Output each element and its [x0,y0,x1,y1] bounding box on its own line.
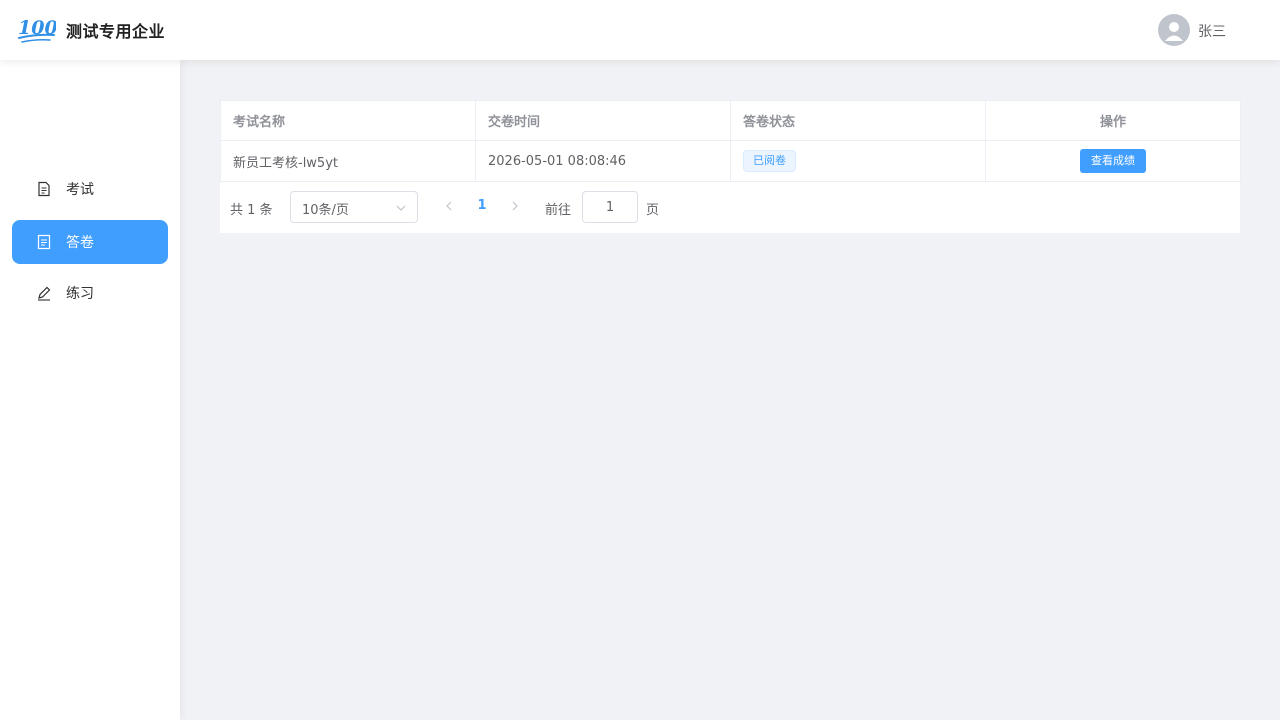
document-icon [38,181,50,197]
sidebar-item-label: 练习 [66,286,94,302]
pencil-icon [38,286,51,301]
column-header-submit-time: 交卷时间 [475,100,731,141]
submit-time-cell: 2026-05-01 08:08:46 [475,140,731,182]
status-badge: 已阅卷 [743,150,796,172]
pagination: 共 1 条 10条/页 1 前往 页 [230,191,1230,223]
goto-page-input[interactable] [582,191,638,223]
main-content: 考试名称 交卷时间 答卷状态 操作 新员工考核-lw5yt 2026-05-01… [180,60,1280,720]
answer-sheet-icon [37,234,51,250]
page-unit-label: 页 [646,203,660,218]
company-name: 测试专用企业 [66,22,166,41]
answers-table: 考试名称 交卷时间 答卷状态 操作 新员工考核-lw5yt 2026-05-01… [220,100,1241,182]
chevron-left-icon[interactable] [442,199,456,213]
table-row: 新员工考核-lw5yt 2026-05-01 08:08:46 已阅卷 查看成绩 [220,140,1241,182]
sidebar-item-practice[interactable]: 练习 [12,271,168,315]
sidebar-item-label: 答卷 [66,235,94,251]
view-score-button[interactable]: 查看成绩 [1080,149,1146,173]
column-header-exam-name: 考试名称 [220,100,476,141]
answers-panel: 考试名称 交卷时间 答卷状态 操作 新员工考核-lw5yt 2026-05-01… [220,100,1241,233]
chevron-down-icon [396,205,406,211]
goto-label: 前往 [545,203,572,218]
user-avatar-icon[interactable] [1158,14,1190,46]
table-header-row: 考试名称 交卷时间 答卷状态 操作 [220,100,1241,141]
action-cell: 查看成绩 [985,140,1241,182]
sidebar-item-exam[interactable]: 考试 [12,167,168,211]
exam-name-cell: 新员工考核-lw5yt [220,140,476,182]
logo-100-icon: 100 [18,17,56,43]
status-cell: 已阅卷 [730,140,986,182]
sidebar-item-answers[interactable]: 答卷 [12,220,168,264]
chevron-right-icon[interactable] [508,199,522,213]
column-header-action: 操作 [985,100,1241,141]
sidebar: 考试 答卷 练习 [0,60,180,720]
top-header: 100 测试专用企业 张三 [0,0,1280,60]
pagination-total: 共 1 条 [230,203,273,218]
column-header-status: 答卷状态 [730,100,986,141]
user-name[interactable]: 张三 [1198,21,1226,41]
sidebar-item-label: 考试 [66,182,94,198]
page-size-select[interactable]: 10条/页 [290,191,418,223]
page-number-current[interactable]: 1 [470,198,494,213]
page-size-value: 10条/页 [302,203,349,218]
